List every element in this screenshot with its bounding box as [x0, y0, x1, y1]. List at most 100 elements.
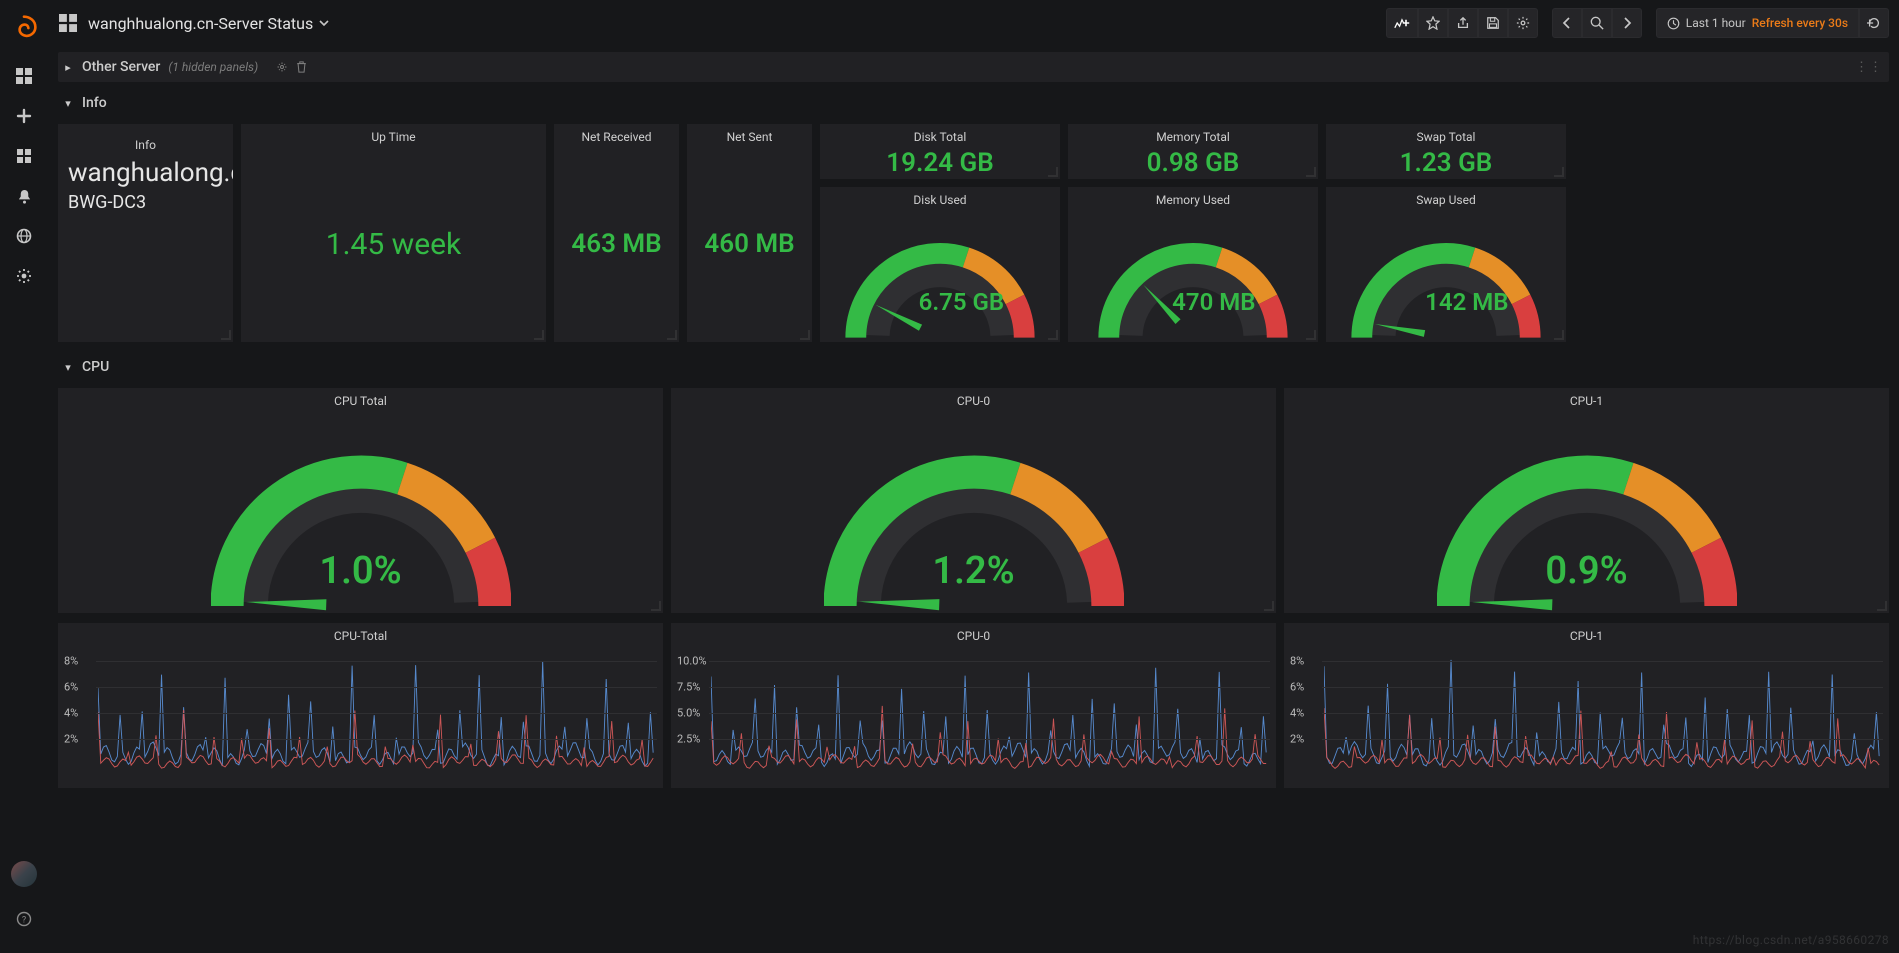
chevron-right-icon: ▸: [62, 61, 74, 74]
help-icon[interactable]: ?: [4, 899, 44, 939]
user-avatar[interactable]: [11, 861, 37, 887]
dashboard-settings-button[interactable]: [1508, 8, 1538, 38]
y-tick-label: 7.5%: [677, 680, 700, 693]
panel-title: Info: [68, 132, 223, 154]
panel-uptime[interactable]: Up Time 1.45 week: [241, 124, 546, 342]
y-tick-label: 6%: [64, 680, 78, 693]
y-tick-label: 2%: [64, 732, 78, 745]
cpu-total-gauge: 1.0%: [58, 410, 663, 613]
row-gear-icon[interactable]: [276, 61, 288, 73]
resize-handle-icon[interactable]: [667, 330, 677, 340]
y-tick-label: 5.0%: [677, 706, 700, 719]
resize-handle-icon[interactable]: [1264, 601, 1274, 611]
save-button[interactable]: [1478, 8, 1508, 38]
dashboard-icon[interactable]: [58, 13, 78, 33]
time-forward-button[interactable]: [1612, 8, 1642, 38]
panel-info[interactable]: Info wanghualong.cn BWG-DC3: [58, 124, 233, 342]
topbar: wanghhualong.cn-Server Status: [48, 0, 1899, 46]
panel-cpu-0[interactable]: CPU-0 1.2%: [671, 388, 1276, 613]
resize-handle-icon[interactable]: [221, 330, 231, 340]
panel-title: Swap Total: [1326, 124, 1566, 146]
alert-bell-icon[interactable]: [4, 176, 44, 216]
netrx-value: 463 MB: [554, 146, 679, 342]
panel-disk-used[interactable]: Disk Used 6.75 GB: [820, 187, 1060, 342]
y-tick-label: 6%: [1290, 680, 1304, 693]
panel-title: Swap Used: [1326, 187, 1566, 209]
apps-icon[interactable]: [4, 136, 44, 176]
refresh-interval-label: Refresh every 30s: [1752, 16, 1848, 30]
row-trash-icon[interactable]: [296, 61, 307, 73]
dashboard-picker[interactable]: wanghhualong.cn-Server Status: [88, 14, 329, 33]
row-info[interactable]: ▾ Info: [58, 88, 1889, 118]
nettx-value: 460 MB: [687, 146, 812, 342]
row-other-server[interactable]: ▸ Other Server (1 hidden panels) ⋮⋮: [58, 52, 1889, 82]
y-tick-label: 2.5%: [677, 732, 700, 745]
panel-title: Memory Used: [1068, 187, 1318, 209]
star-button[interactable]: [1418, 8, 1448, 38]
sidebar: ?: [0, 0, 48, 953]
y-tick-label: 8%: [1290, 654, 1304, 667]
row-drag-handle-icon[interactable]: ⋮⋮: [1855, 60, 1885, 75]
panel-title: Net Received: [554, 124, 679, 146]
cpu-0-gauge: 1.2%: [671, 410, 1276, 613]
resize-handle-icon[interactable]: [651, 601, 661, 611]
time-range-group: Last 1 hour Refresh every 30s: [1656, 8, 1889, 38]
cpu-total-chartarea: 2%4%6%8%: [58, 645, 663, 784]
panel-cpu-1-chart[interactable]: CPU-1 2%4%6%8%: [1284, 623, 1889, 788]
dashboard-title: wanghhualong.cn-Server Status: [88, 14, 313, 33]
dashboards-icon[interactable]: [4, 56, 44, 96]
panel-cpu-total-chart[interactable]: CPU-Total 2%4%6%8%: [58, 623, 663, 788]
settings-gear-icon[interactable]: [4, 256, 44, 296]
chevron-down-icon: ▾: [62, 361, 74, 374]
time-range-label: Last 1 hour: [1686, 16, 1746, 30]
resize-handle-icon[interactable]: [1554, 167, 1564, 177]
y-tick-label: 4%: [1290, 706, 1304, 719]
row-hidden-note: (1 hidden panels): [168, 60, 258, 74]
cpu-gauge-panels: CPU Total 1.0% CPU-0 1.2% CPU-1 0.9%: [58, 388, 1889, 613]
resize-handle-icon[interactable]: [800, 330, 810, 340]
resize-handle-icon[interactable]: [1554, 330, 1564, 340]
panel-swap-total[interactable]: Swap Total 1.23 GB: [1326, 124, 1566, 179]
resize-handle-icon[interactable]: [1048, 330, 1058, 340]
uptime-value: 1.45 week: [241, 146, 546, 342]
share-button[interactable]: [1448, 8, 1478, 38]
svg-text:?: ?: [22, 916, 26, 926]
panel-title: CPU Total: [58, 388, 663, 410]
panel-net-received[interactable]: Net Received 463 MB: [554, 124, 679, 342]
add-panel-button[interactable]: [1386, 8, 1418, 38]
panel-mem-used[interactable]: Memory Used 470 MB: [1068, 187, 1318, 342]
panel-title: CPU-1: [1284, 623, 1889, 645]
cpu-chart-panels: CPU-Total 2%4%6%8% CPU-0 2.5%5.0%7.5%10.…: [58, 623, 1889, 788]
panel-title: Disk Used: [820, 187, 1060, 209]
panel-title: Disk Total: [820, 124, 1060, 146]
time-nav-group: [1552, 8, 1642, 38]
panel-mem-total[interactable]: Memory Total 0.98 GB: [1068, 124, 1318, 179]
explore-globe-icon[interactable]: [4, 216, 44, 256]
row-cpu[interactable]: ▾ CPU: [58, 352, 1889, 382]
resize-handle-icon[interactable]: [534, 330, 544, 340]
cpu-1-gauge: 0.9%: [1284, 410, 1889, 613]
panel-title: CPU-0: [671, 388, 1276, 410]
panel-net-sent[interactable]: Net Sent 460 MB: [687, 124, 812, 342]
info-location: BWG-DC3: [68, 192, 223, 213]
panel-title: CPU-0: [671, 623, 1276, 645]
panel-cpu-0-chart[interactable]: CPU-0 2.5%5.0%7.5%10.0%: [671, 623, 1276, 788]
panel-disk-total[interactable]: Disk Total 19.24 GB: [820, 124, 1060, 179]
resize-handle-icon[interactable]: [1048, 167, 1058, 177]
resize-handle-icon[interactable]: [1877, 601, 1887, 611]
resize-handle-icon[interactable]: [1306, 167, 1316, 177]
panel-title: CPU-1: [1284, 388, 1889, 410]
time-back-button[interactable]: [1552, 8, 1582, 38]
cpu-0-chartarea: 2.5%5.0%7.5%10.0%: [671, 645, 1276, 784]
resize-handle-icon[interactable]: [1306, 330, 1316, 340]
y-tick-label: 4%: [64, 706, 78, 719]
grafana-logo-icon[interactable]: [10, 14, 38, 42]
dashboard-body: ▸ Other Server (1 hidden panels) ⋮⋮ ▾ In…: [48, 46, 1899, 953]
zoom-out-button[interactable]: [1582, 8, 1612, 38]
time-range-picker[interactable]: Last 1 hour Refresh every 30s: [1656, 8, 1859, 38]
add-icon[interactable]: [4, 96, 44, 136]
panel-swap-used[interactable]: Swap Used 142 MB: [1326, 187, 1566, 342]
panel-cpu-1[interactable]: CPU-1 0.9%: [1284, 388, 1889, 613]
refresh-button[interactable]: [1859, 8, 1889, 38]
panel-cpu-total[interactable]: CPU Total 1.0%: [58, 388, 663, 613]
